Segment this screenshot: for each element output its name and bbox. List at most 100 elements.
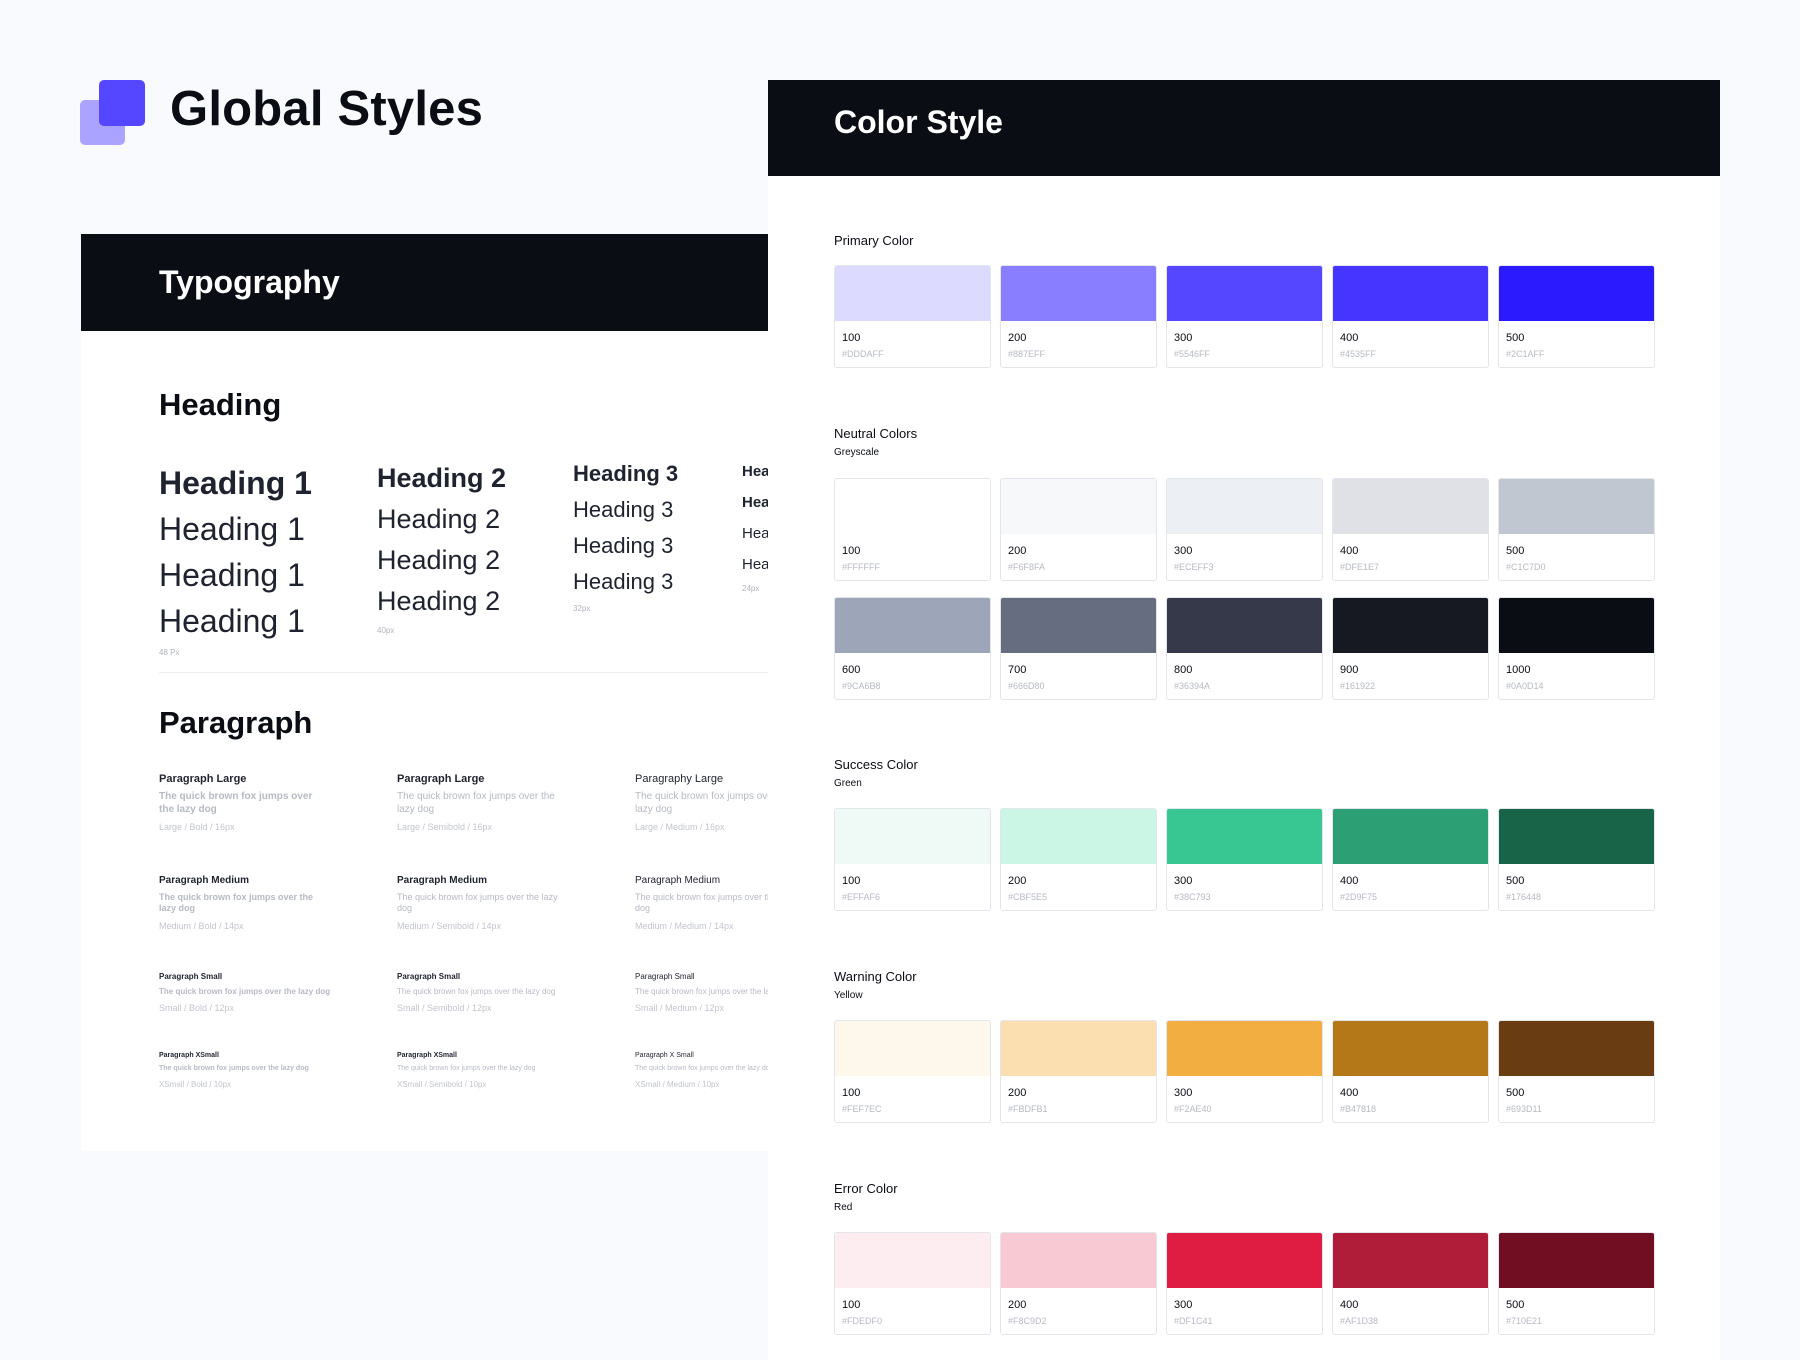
color-swatch: 100 #EFFAF6 [834,808,991,911]
paragraph-text: The quick brown fox jumps over the lazy … [159,791,313,815]
color-swatch: 100 #FEF7EC [834,1020,991,1123]
swatch-fill [835,598,990,653]
swatch-level: 400 [1340,545,1359,557]
color-group-title: Neutral Colors [834,426,918,441]
paragraph-sample: Paragraph XSmall The quick brown fox jump… [397,1052,567,1089]
color-group-subtitle: Green [834,778,862,789]
swatch-hex: #5546FF [1174,349,1211,359]
color-swatch: 200 #F8C9D2 [1000,1232,1157,1335]
paragraph-label: Paragraph Small [159,972,223,981]
swatch-level: 300 [1174,545,1193,557]
swatch-level: 100 [842,1299,861,1311]
paragraph-label: Paragraph Medium [635,875,721,886]
swatch-hex: #2D9F75 [1340,892,1378,902]
swatch-hex: #887EFF [1008,349,1046,359]
color-swatch: 300 #DF1C41 [1166,1232,1323,1335]
heading-section-title: Heading [159,387,282,422]
page-title: Global Styles [170,82,484,136]
paragraph-sample: Paragraph X Small The quick brown fox jum… [635,1052,769,1089]
swatch-fill [1001,1233,1156,1288]
typography-title: Typography [159,264,340,300]
swatch-fill [1333,598,1488,653]
swatch-fill [1167,479,1322,534]
paragraph-spec: Medium / Semibold / 14px [397,920,502,931]
color-swatch: 300 #38C793 [1166,808,1323,911]
swatch-fill [1333,479,1488,534]
swatch-hex: #DDDAFF [842,349,884,359]
swatch-hex: #DF1C41 [1174,1316,1213,1326]
heading-sample: Heading 2 [377,545,501,575]
heading-size-caption: 32px [573,604,591,613]
swatch-hex: #0A0D14 [1506,681,1544,691]
swatch-hex: #F6F8FA [1008,562,1046,572]
color-swatch: 900 #161922 [1332,597,1489,700]
paragraph-spec: XSmall / Semibold / 10px [397,1079,487,1089]
swatch-hex: #38C793 [1174,892,1211,902]
swatch-level: 400 [1340,332,1359,344]
swatch-fill [835,266,990,321]
paragraph-sample: Paragraph Small The quick brown fox jumps… [397,972,567,1013]
paragraph-text: The quick brown fox jumps over the lazy … [635,987,769,996]
swatch-fill [1499,266,1654,321]
swatch-level: 800 [1174,664,1193,676]
swatch-fill [835,809,990,864]
paragraph-label: Paragraph X Small [635,1052,694,1059]
swatch-fill [1499,598,1654,653]
paragraph-label: Paragraph Medium [397,875,488,886]
paragraph-label: Paragraphy Large [635,773,724,785]
color-swatch: 800 #36394A [1166,597,1323,700]
swatch-fill [1001,598,1156,653]
color-swatch: 200 #CBF5E5 [1000,808,1157,911]
swatch-hex: #176448 [1506,892,1542,902]
heading-column: Heading 3 Heading 3 Heading 3 Heading 3 32px [573,456,678,613]
paragraph-label: Paragraph Medium [159,875,250,886]
heading-sample: Heading 2 [377,504,501,534]
color-swatch: 500 #C1C7D0 [1498,478,1655,581]
paragraph-label: Paragraph Small [397,972,461,981]
color-swatch: 200 #F6F8FA [1000,478,1157,581]
swatch-level: 100 [842,1087,861,1099]
heading-size-caption: 40px [377,626,395,635]
color-swatch: 1000 #0A0D14 [1498,597,1655,700]
color-group-subtitle: Greyscale [834,447,880,458]
swatch-fill [1333,809,1488,864]
paragraph-label: Paragraph Large [397,773,485,785]
logo [80,80,146,146]
swatch-level: 300 [1174,1299,1193,1311]
swatch-level: 300 [1174,332,1193,344]
color-swatch: 400 #4535FF [1332,265,1489,368]
swatch-level: 900 [1340,664,1359,676]
swatch-level: 300 [1174,875,1193,887]
paragraph-section-title: Paragraph [159,705,313,740]
color-swatch: 200 #FBDFB1 [1000,1020,1157,1123]
swatch-level: 300 [1174,1087,1193,1099]
heading-sample: Heading 3 [573,569,674,594]
color-swatch: 400 #B47818 [1332,1020,1489,1123]
paragraph-text: The quick brown fox jumps over the lazy … [159,892,314,914]
color-swatch: 500 #2C1AFF [1498,265,1655,368]
swatch-row: 100 #FDEDF0 200 #F8C9D2 300 #DF1C41 400 #AF1D38… [834,1232,1655,1337]
heading-sample: Heading 3 [573,497,674,522]
heading-sample: Hea [742,494,769,511]
color-swatch: 400 #AF1D38 [1332,1232,1489,1335]
swatch-fill [1167,809,1322,864]
heading-sample: Hea [742,525,769,542]
swatch-level: 200 [1008,545,1027,557]
heading-sample: Heading 1 [159,465,312,501]
swatch-hex: #F2AE40 [1174,1104,1212,1114]
heading-column: Hea Hea Hea Hea 24px [742,456,769,593]
paragraph-spec: Large / Bold / 16px [159,822,235,832]
swatch-fill [1001,266,1156,321]
paragraph-sample: Paragraph XSmall The quick brown fox jump… [159,1052,329,1089]
swatch-fill [1167,1021,1322,1076]
paragraph-spec: XSmall / Bold / 10px [159,1079,232,1089]
swatch-hex: #AF1D38 [1340,1316,1379,1326]
swatch-fill [1001,1021,1156,1076]
swatch-hex: #4535FF [1340,349,1377,359]
paragraph-sample: Paragraph Large The quick brown fox jumps… [159,773,329,832]
section-divider [159,672,769,673]
swatch-hex: #EFFAF6 [842,892,881,902]
paragraph-text: The quick brown fox jumps over the lazy … [397,791,555,815]
swatch-fill [835,479,990,534]
typography-band: Typography [81,234,769,331]
